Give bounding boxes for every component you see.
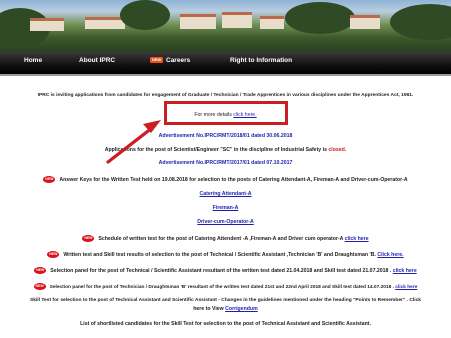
post-link-fireman[interactable]: Fireman-A <box>0 205 451 211</box>
advertisement-2018[interactable]: Advertisement No.IPRC/RMT/2018/01 dated … <box>0 133 451 139</box>
new-burst-icon: NEW <box>82 235 95 242</box>
new-burst-icon: NEW <box>43 176 56 183</box>
nav-about-iprc[interactable]: About IPRC <box>79 57 115 64</box>
corrigendum-line: here to View Corrigendum <box>0 306 451 312</box>
header-banner-image <box>0 0 451 52</box>
answer-keys-text: Answer Keys for the Written Test held on… <box>59 176 408 183</box>
answer-keys-line: NEW Answer Keys for the Written Test held… <box>0 176 451 183</box>
application-text: Applications for the post of Scientist/E… <box>104 147 329 153</box>
selection-technician-link[interactable]: click here <box>395 285 417 290</box>
shortlisted-candidates-line: List of shortlisted candidates for the S… <box>80 321 371 327</box>
schedule-text: Schedule of written test for the post of… <box>98 235 345 242</box>
new-burst-icon: NEW <box>34 267 47 274</box>
selection-assistant-text: Selection panel for the post of Technica… <box>50 267 393 274</box>
written-skill-link[interactable]: Click here. <box>377 252 403 258</box>
written-skill-text: Written test and Skill test results of s… <box>63 251 378 258</box>
highlight-box <box>164 101 288 125</box>
selection-panel-assistant-line: NEW Selection panel for the post of Techn… <box>0 267 451 274</box>
closed-status: closed. <box>328 147 347 153</box>
new-burst-icon: NEW <box>33 283 46 290</box>
skill-test-guidelines-line: Skill Test for selection to the post of … <box>29 298 422 303</box>
selection-assistant-link[interactable]: click here <box>393 268 417 274</box>
advertisement-2017[interactable]: Advertisement No.IPRC/RMT/2017/01 dated … <box>0 160 451 166</box>
main-navigation: Home About IPRC NEW Careers Right to Info… <box>0 52 451 76</box>
nav-right-to-information[interactable]: Right to Information <box>230 57 292 64</box>
selection-technician-text: Selection panel for the post of Technici… <box>49 284 396 290</box>
nav-careers-label: Careers <box>166 57 191 64</box>
new-badge-icon: NEW <box>150 57 163 64</box>
schedule-line: NEW Schedule of written test for the post… <box>0 235 451 242</box>
scientist-application-notice: Applications for the post of Scientist/E… <box>0 147 451 153</box>
corrigendum-link[interactable]: Corrigendum <box>225 306 258 312</box>
post-link-driver[interactable]: Driver-cum-Operator-A <box>0 219 451 225</box>
schedule-link[interactable]: click here <box>345 236 369 242</box>
written-skill-results-line: NEW Written test and Skill test results o… <box>0 251 451 258</box>
post-link-catering[interactable]: Catering Attendant-A <box>0 191 451 197</box>
selection-panel-technician-line: NEW Selection panel for the post of Techn… <box>0 283 451 290</box>
new-burst-icon: NEW <box>47 251 60 258</box>
apprentice-notice: IPRC is inviting applications from candi… <box>37 93 414 98</box>
corrigendum-text: here to View <box>193 306 226 312</box>
nav-careers[interactable]: NEW Careers <box>150 57 190 64</box>
nav-home[interactable]: Home <box>24 57 42 64</box>
